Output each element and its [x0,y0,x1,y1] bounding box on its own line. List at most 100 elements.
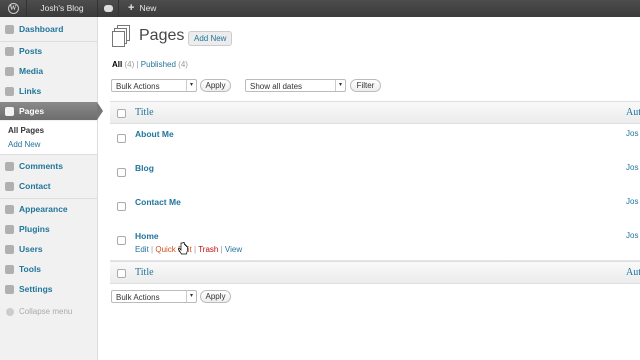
sidebar-item-media[interactable]: Media [0,62,97,80]
new-content-button[interactable]: + New [120,0,156,17]
plus-icon: + [128,2,135,14]
pages-table: Title Aut About Me Jos Blog Jos Contact … [110,101,640,285]
admin-bar: W Josh's Blog + New [0,0,640,17]
sidebar-item-appearance[interactable]: Appearance [0,200,97,218]
sidebar-item-comments[interactable]: Comments [0,157,97,175]
sidebar-item-label: Links [19,86,42,96]
sidebar-item-links[interactable]: Links [0,82,97,100]
sidebar-item-label: Posts [19,46,43,56]
row-checkbox[interactable] [117,168,126,177]
sidebar-item-label: Plugins [19,224,50,234]
sidebar-item-users[interactable]: Users [0,240,97,258]
sidebar-item-label: Pages [19,106,45,116]
users-icon [5,244,14,254]
apply-button[interactable]: Apply [200,79,231,92]
sidebar-item-posts[interactable]: Posts [0,42,97,60]
sidebar-item-label: Comments [19,161,63,171]
table-row: Contact Me Jos [110,192,640,227]
page-title-link[interactable]: Home [135,231,159,241]
settings-icon [5,284,14,294]
sidebar-item-label: Appearance [19,204,68,214]
collapse-menu-button[interactable]: Collapse menu [6,307,72,316]
status-filter-links: All (4) | Published (4) [112,60,188,69]
page-title-link[interactable]: About Me [135,129,174,139]
page-title-link[interactable]: Contact Me [135,197,181,207]
row-checkbox[interactable] [117,134,126,143]
sidebar-item-label: Dashboard [19,24,64,34]
table-row: Blog Jos [110,158,640,193]
sidebar-item-settings[interactable]: Settings [0,280,97,298]
media-icon [5,66,14,76]
site-name-link[interactable]: Josh's Blog [27,0,98,17]
filter-published-count: (4) [178,60,188,69]
collapse-label: Collapse menu [19,307,73,316]
chevron-down-icon: ▾ [335,80,345,91]
column-author-header[interactable]: Aut [626,107,640,118]
select-all-checkbox[interactable] [117,269,126,278]
bulk-actions-select-bottom[interactable]: Bulk Actions ▾ [111,290,197,303]
select-value: Bulk Actions [116,82,160,91]
tools-icon [5,264,14,274]
plugins-icon [5,224,14,234]
add-new-page-button[interactable]: Add New [188,31,233,46]
column-title-header[interactable]: Title [135,267,154,278]
view-link[interactable]: View [225,245,242,254]
pages-submenu: All Pages Add New [0,121,97,155]
action-separator: | [151,245,154,254]
sidebar-item-plugins[interactable]: Plugins [0,220,97,238]
sidebar-item-label: Media [19,66,44,76]
sidebar-item-tools[interactable]: Tools [0,260,97,278]
chevron-down-icon: ▾ [186,291,196,302]
contact-icon [5,181,14,191]
column-author-header[interactable]: Aut [626,267,640,278]
bulk-actions-select[interactable]: Bulk Actions ▾ [111,79,197,92]
edit-link[interactable]: Edit [135,245,149,254]
filter-published-link[interactable]: Published [141,60,176,69]
page-title: Pages [139,27,185,44]
page-author-link[interactable]: Jos [626,231,638,240]
select-all-checkbox[interactable] [117,109,126,118]
sidebar-item-label: Tools [19,264,42,274]
table-header: Title Aut [110,102,640,124]
comments-icon [5,161,14,171]
trash-link[interactable]: Trash [198,245,218,254]
table-row: About Me Jos [110,124,640,159]
chevron-down-icon: ▾ [186,80,196,91]
wordpress-logo-icon[interactable]: W [0,0,27,17]
appearance-icon [5,204,14,214]
sidebar-item-label: Users [19,244,43,254]
filter-button[interactable]: Filter [350,79,381,92]
divider [0,198,97,199]
date-filter-select[interactable]: Show all dates ▾ [245,79,346,92]
filter-all-link[interactable]: All [112,60,122,69]
filter-all-count: (4) [124,60,135,69]
page-author-link[interactable]: Jos [626,163,638,172]
sidebar-item-contact[interactable]: Contact [0,177,97,195]
sidebar-item-label: Settings [19,284,53,294]
admin-sidebar: Dashboard Posts Media Links Pages All Pa… [0,17,103,360]
row-checkbox[interactable] [117,236,126,245]
page-author-link[interactable]: Jos [626,129,638,138]
sidebar-item-dashboard[interactable]: Dashboard [0,20,97,38]
submenu-all-pages[interactable]: All Pages [0,124,97,138]
row-checkbox[interactable] [117,202,126,211]
page-title-link[interactable]: Blog [135,163,154,173]
comments-bubble-icon[interactable] [98,0,119,17]
select-value: Bulk Actions [116,293,160,302]
table-footer: Title Aut [110,261,640,284]
page-author-link[interactable]: Jos [626,197,638,206]
action-separator: | [194,245,197,254]
apply-button-bottom[interactable]: Apply [200,290,231,303]
posts-pin-icon [5,46,14,56]
sidebar-item-pages[interactable]: Pages [0,102,103,120]
column-title-header[interactable]: Title [135,107,154,118]
new-label: New [139,3,157,13]
links-icon [5,86,14,96]
submenu-add-new[interactable]: Add New [0,138,97,152]
action-separator: | [220,245,223,254]
hand-cursor-icon [178,242,188,255]
pages-icon [112,25,130,47]
sidebar-item-label: Contact [19,181,51,191]
collapse-icon [6,307,14,316]
select-value: Show all dates [250,82,303,91]
